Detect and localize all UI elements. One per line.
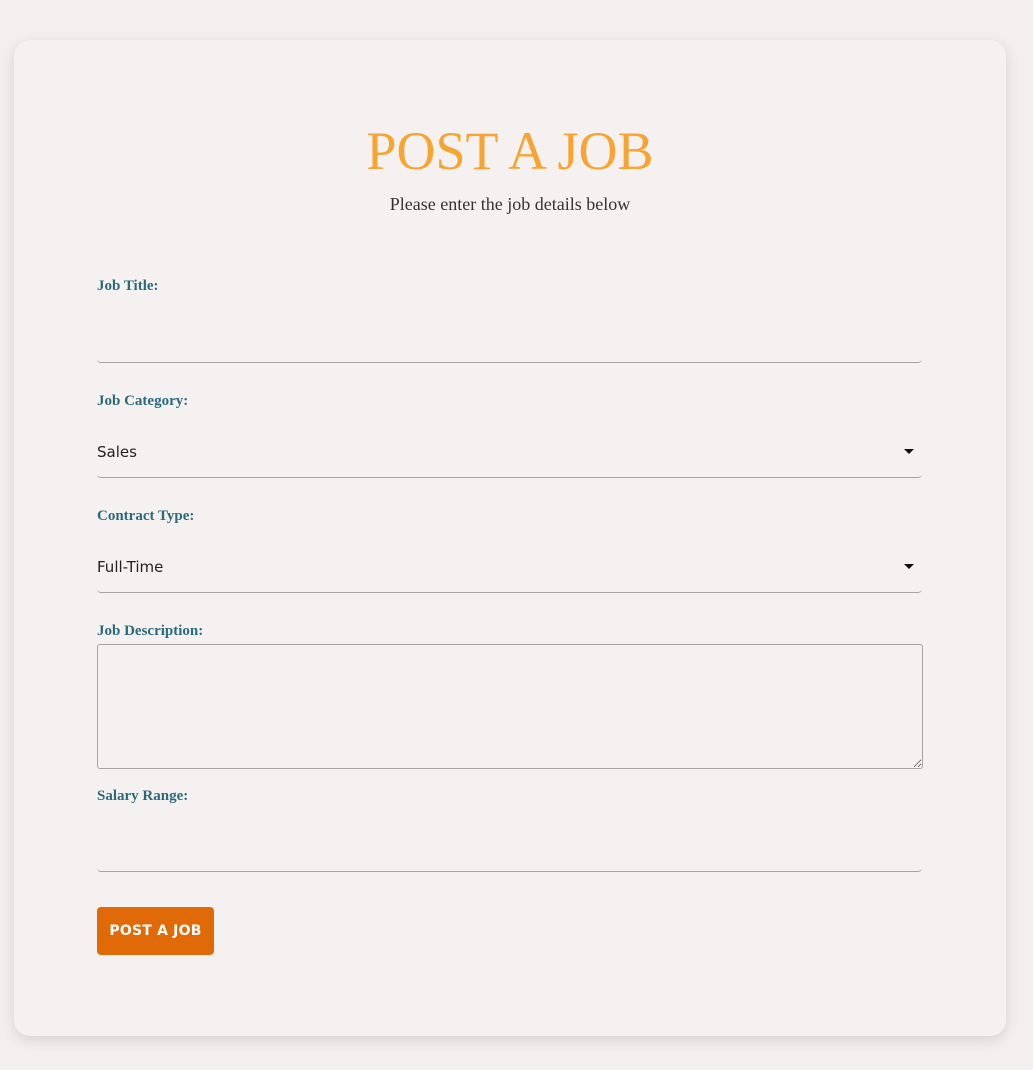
job-description-textarea[interactable] [97, 644, 923, 769]
job-category-label: Job Category: [97, 393, 189, 409]
job-category-value: Sales [97, 443, 137, 461]
contract-type-label: Contract Type: [97, 508, 195, 524]
salary-range-label: Salary Range: [97, 788, 189, 804]
page-subtitle: Please enter the job details below [389, 194, 631, 214]
job-title-label: Job Title: [97, 278, 159, 294]
contract-type-value: Full-Time [97, 558, 164, 576]
contract-type-select[interactable]: Full-Time [97, 543, 922, 593]
job-title-input[interactable] [97, 303, 922, 363]
job-category-select[interactable]: Sales [97, 428, 922, 478]
post-job-button[interactable]: POST A JOB [97, 907, 214, 955]
caret-down-icon [904, 449, 914, 454]
page-title: POST A JOB [366, 121, 654, 181]
post-job-card: POST A JOB Please enter the job details … [14, 40, 1006, 1036]
job-description-label: Job Description: [97, 623, 204, 639]
salary-range-input[interactable] [97, 812, 922, 872]
caret-down-icon [904, 564, 914, 569]
